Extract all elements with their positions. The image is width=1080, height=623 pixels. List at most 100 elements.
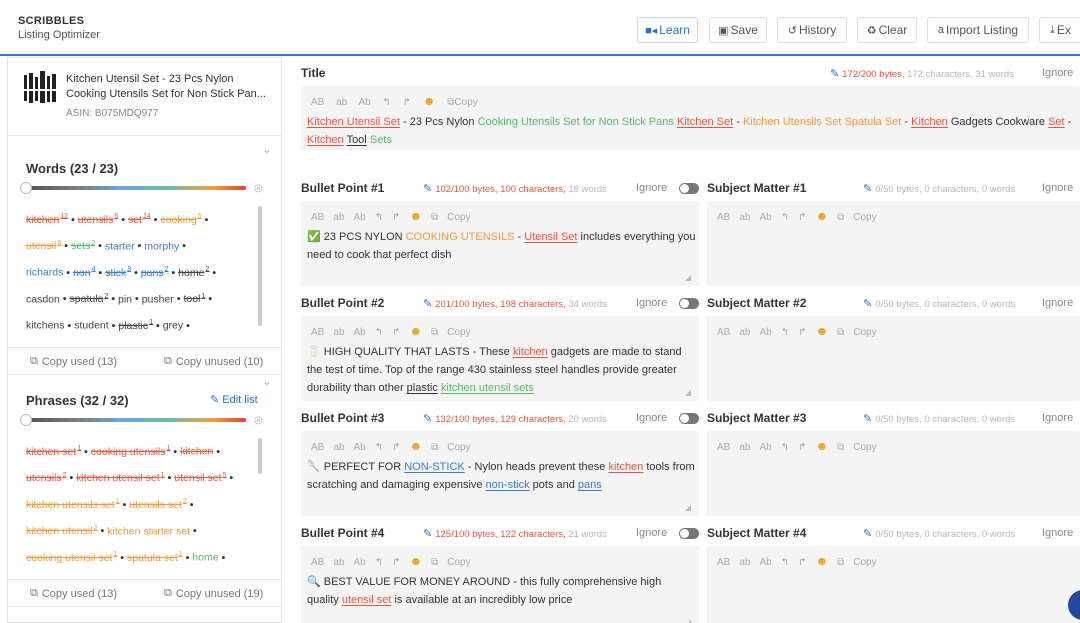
phrases-scrollbar[interactable] xyxy=(258,438,262,474)
subject-editor[interactable]: AB ab Ab ↰ ↱ ☻ ⧉ Copy xyxy=(707,316,1080,401)
keyword-tag[interactable]: starter xyxy=(105,240,135,252)
pencil-icon[interactable]: ✎ xyxy=(863,413,872,425)
subject-ignore-label[interactable]: Ignore xyxy=(1042,412,1073,424)
uppercase-button[interactable]: AB xyxy=(311,97,324,108)
eye-icon[interactable]: ◎ xyxy=(254,183,263,194)
pencil-icon[interactable]: ✎ xyxy=(830,68,839,80)
redo-icon[interactable]: ↱ xyxy=(392,327,400,338)
undo-icon[interactable]: ↰ xyxy=(781,327,789,338)
subject-ignore-label[interactable]: Ignore xyxy=(1042,527,1073,539)
lowercase-button[interactable]: ab xyxy=(333,442,344,453)
words-slider-knob[interactable] xyxy=(20,182,32,194)
subject-editor[interactable]: AB ab Ab ↰ ↱ ☻ ⧉ Copy xyxy=(707,201,1080,286)
keyword-tag[interactable]: student xyxy=(74,320,108,332)
titlecase-button[interactable]: Ab xyxy=(353,557,365,568)
copy-button[interactable]: ⧉ Copy xyxy=(837,327,886,338)
phrases-copy-used-button[interactable]: ⧉ Copy used (13) xyxy=(30,580,117,607)
subject-ignore-label[interactable]: Ignore xyxy=(1042,297,1073,309)
keyword-tag[interactable]: kitchens xyxy=(26,320,65,332)
redo-icon[interactable]: ↱ xyxy=(403,97,411,108)
collapse-words-icon[interactable]: ⌄ xyxy=(263,145,271,156)
phrase-tag[interactable]: home xyxy=(192,552,218,564)
emoji-icon[interactable]: ☻ xyxy=(409,554,422,568)
export-button[interactable]: ⤓ Ex xyxy=(1039,17,1080,43)
copy-button[interactable]: ⧉ Copy xyxy=(431,327,480,338)
bullet-editor[interactable]: AB ab Ab ↰ ↱ ☻ ⧉ Copy 🥄 PERFECT FOR NON-STICK - … xyxy=(301,431,699,516)
keyword-tag[interactable]: sets2 xyxy=(71,240,95,253)
bullet-ignore-toggle[interactable] xyxy=(679,298,699,309)
keyword-tag[interactable]: pans2 xyxy=(141,266,169,279)
lowercase-button[interactable]: ab xyxy=(739,327,750,338)
uppercase-button[interactable]: AB xyxy=(311,212,324,223)
uppercase-button[interactable]: AB xyxy=(717,442,730,453)
phrase-tag[interactable]: kitchen starter set xyxy=(107,525,190,537)
redo-icon[interactable]: ↱ xyxy=(798,327,806,338)
emoji-icon[interactable]: ☻ xyxy=(409,439,422,453)
phrase-tag[interactable]: utensils set2 xyxy=(129,498,186,511)
undo-icon[interactable]: ↰ xyxy=(375,557,383,568)
words-copy-used-button[interactable]: ⧉ Copy used (13) xyxy=(30,348,117,375)
phrase-tag[interactable]: kitchen utensils set1 xyxy=(26,498,120,511)
resize-handle[interactable]: ◢ xyxy=(685,388,691,397)
keyword-tag[interactable]: non4 xyxy=(73,266,95,279)
subject-ignore-label[interactable]: Ignore xyxy=(1042,182,1073,194)
resize-handle[interactable]: ◢ xyxy=(685,273,691,282)
lowercase-button[interactable]: ab xyxy=(739,212,750,223)
undo-icon[interactable]: ↰ xyxy=(781,212,789,223)
keyword-tag[interactable]: plastic1 xyxy=(118,319,153,332)
title-editor[interactable]: AB ab Ab ↰ ↱ ☻ ⧉Copy Kitchen Utensil Set… xyxy=(301,86,1080,150)
titlecase-button[interactable]: Ab xyxy=(759,442,771,453)
keyword-tag[interactable]: pin xyxy=(118,293,132,305)
import-listing-button[interactable]: a Import Listing xyxy=(927,17,1029,43)
keyword-tag[interactable]: kitchen12 xyxy=(26,213,68,226)
redo-icon[interactable]: ↱ xyxy=(392,442,400,453)
uppercase-button[interactable]: AB xyxy=(311,327,324,338)
phrase-tag[interactable]: cooking utensils1 xyxy=(91,445,171,458)
uppercase-button[interactable]: AB xyxy=(717,557,730,568)
keyword-tag[interactable]: tool1 xyxy=(184,293,206,306)
phrase-tag[interactable]: kitchen utensil set1 xyxy=(76,472,164,485)
undo-icon[interactable]: ↰ xyxy=(383,97,391,108)
product-card[interactable]: Kitchen Utensil Set - 23 Pcs Nylon Cooki… xyxy=(8,58,281,136)
keyword-tag[interactable]: set14 xyxy=(128,213,151,226)
titlecase-button[interactable]: Ab xyxy=(759,557,771,568)
redo-icon[interactable]: ↱ xyxy=(798,442,806,453)
words-scrollbar[interactable] xyxy=(258,206,262,326)
lowercase-button[interactable]: ab xyxy=(333,557,344,568)
bullet-ignore-toggle[interactable] xyxy=(679,413,699,424)
copy-button[interactable]: ⧉ Copy xyxy=(431,557,480,568)
phrases-copy-unused-button[interactable]: ⧉ Copy unused (19) xyxy=(164,580,263,607)
eye-icon[interactable]: ◎ xyxy=(254,415,263,426)
uppercase-button[interactable]: AB xyxy=(311,442,324,453)
phrase-tag[interactable]: utensils2 xyxy=(26,472,67,485)
keyword-tag[interactable]: utensils6 xyxy=(78,213,119,226)
uppercase-button[interactable]: AB xyxy=(717,327,730,338)
phrases-slider-knob[interactable] xyxy=(20,414,32,426)
redo-icon[interactable]: ↱ xyxy=(798,212,806,223)
keyword-tag[interactable]: grey xyxy=(163,320,183,332)
phrases-filter-slider[interactable] xyxy=(26,418,246,422)
undo-icon[interactable]: ↰ xyxy=(375,212,383,223)
lowercase-button[interactable]: ab xyxy=(333,212,344,223)
pencil-icon[interactable]: ✎ xyxy=(423,183,432,195)
subject-editor[interactable]: AB ab Ab ↰ ↱ ☻ ⧉ Copy xyxy=(707,431,1080,516)
pencil-icon[interactable]: ✎ xyxy=(863,298,872,310)
titlecase-button[interactable]: Ab xyxy=(358,97,370,108)
pencil-icon[interactable]: ✎ xyxy=(863,528,872,540)
emoji-icon[interactable]: ☻ xyxy=(409,209,422,223)
subject-editor[interactable]: AB ab Ab ↰ ↱ ☻ ⧉ Copy xyxy=(707,546,1080,623)
learn-button[interactable]: ■◂ Learn xyxy=(637,17,698,43)
bullet-ignore-label[interactable]: Ignore xyxy=(636,412,667,424)
keyword-tag[interactable]: home2 xyxy=(178,266,209,279)
pencil-icon[interactable]: ✎ xyxy=(423,528,432,540)
phrase-tag[interactable]: kitchen set1 xyxy=(26,445,81,458)
phrase-tag[interactable]: kitchen utensil2 xyxy=(26,525,97,538)
bullet-ignore-label[interactable]: Ignore xyxy=(636,297,667,309)
undo-icon[interactable]: ↰ xyxy=(781,442,789,453)
undo-icon[interactable]: ↰ xyxy=(781,557,789,568)
pencil-icon[interactable]: ✎ xyxy=(423,413,432,425)
keyword-tag[interactable]: casdon xyxy=(26,293,60,305)
phrase-tag[interactable]: kitchen xyxy=(180,446,213,458)
save-button[interactable]: ▣ Save xyxy=(709,17,767,43)
bullet-ignore-toggle[interactable] xyxy=(679,528,699,539)
